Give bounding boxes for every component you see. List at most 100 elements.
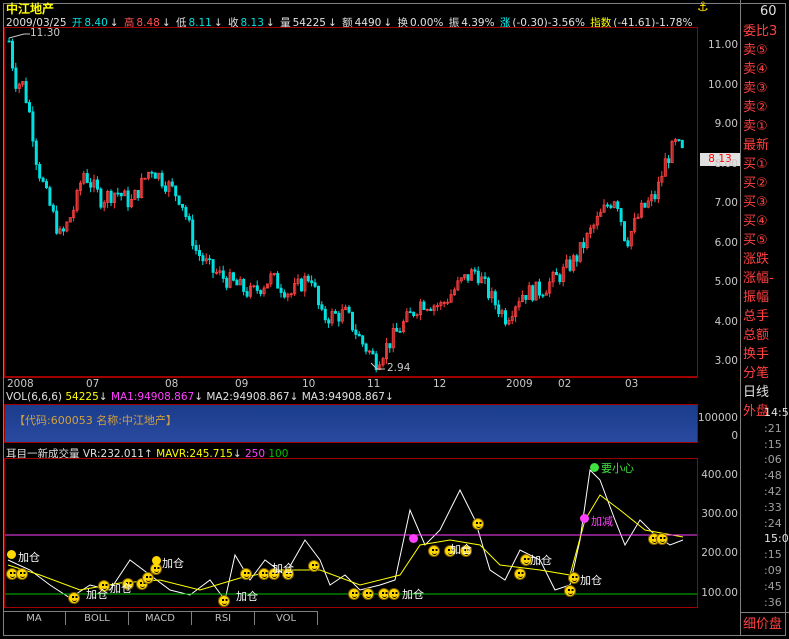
quote-item[interactable]: 换手 xyxy=(740,345,786,364)
quote-item[interactable]: 涨幅- xyxy=(740,269,786,288)
candle-body xyxy=(282,292,286,298)
quote-item[interactable]: 日线 xyxy=(740,383,786,402)
ind-axis-tick: 200.00 xyxy=(701,547,738,559)
signal-smiley-icon xyxy=(348,588,360,600)
ind-axis-tick: 300.00 xyxy=(701,508,738,520)
vol-axis-tick: 0 xyxy=(731,430,738,442)
high-marker-line xyxy=(8,33,30,39)
candle-body xyxy=(245,291,249,297)
signal-dot-icon xyxy=(580,514,589,523)
candle-body xyxy=(170,181,174,187)
quote-item[interactable]: 涨跌 xyxy=(740,250,786,269)
candle-body xyxy=(677,139,681,142)
quote-item[interactable]: 买② xyxy=(740,174,786,193)
quote-item[interactable]: 卖④ xyxy=(740,60,786,79)
date-label: 08 xyxy=(165,378,179,390)
low-marker-label: 2.94 xyxy=(387,362,411,374)
candle-body xyxy=(316,285,320,306)
candle-body xyxy=(150,171,154,174)
candle-body xyxy=(364,343,368,352)
vol-arrow: ↓ xyxy=(98,391,108,403)
candle-body xyxy=(208,258,212,261)
candle-body xyxy=(371,350,375,355)
stock-info-banner: 【代码:600053 名称:中江地产】 xyxy=(14,414,177,427)
candle-body xyxy=(606,204,610,207)
candle-body xyxy=(320,304,324,310)
volume-header: VOL(6,6,6) 54225↓ MA1:94908.867↓ MA2:949… xyxy=(6,391,394,403)
candle-body xyxy=(541,294,545,297)
candle-body xyxy=(619,208,623,223)
candlestick-series xyxy=(7,37,684,373)
candle-body xyxy=(48,187,52,206)
candle-body xyxy=(412,311,416,317)
vol-title: VOL(6,6,6) xyxy=(6,391,63,403)
tick-time: :06 xyxy=(764,453,782,467)
signal-smiley-icon xyxy=(564,585,576,597)
quote-item[interactable]: 分笔 xyxy=(740,364,786,383)
quote-item[interactable]: 振幅 xyxy=(740,288,786,307)
tab-rsi[interactable]: RSI xyxy=(192,611,255,625)
tab-ma[interactable]: MA xyxy=(3,611,66,625)
candle-body xyxy=(89,182,93,188)
tab-macd[interactable]: MACD xyxy=(129,611,192,625)
candle-body xyxy=(221,270,225,279)
add-position-label: 加仓 xyxy=(402,588,424,601)
candle-body xyxy=(163,185,167,192)
quote-item[interactable]: 买① xyxy=(740,155,786,174)
candle-body xyxy=(538,281,542,296)
vol-value: 54225 xyxy=(65,391,99,403)
candle-body xyxy=(429,308,433,311)
quote-item[interactable]: 买③ xyxy=(740,193,786,212)
quote-item[interactable]: 委比3 xyxy=(740,22,786,41)
candle-body xyxy=(136,189,140,199)
candle-body xyxy=(174,185,178,197)
price-axis-tick: 3.00 xyxy=(714,355,738,367)
quote-item[interactable]: 卖⑤ xyxy=(740,41,786,60)
date-label: 03 xyxy=(625,378,639,390)
quote-item[interactable]: 买⑤ xyxy=(740,231,786,250)
candle-body xyxy=(62,228,66,232)
detail-tab[interactable]: 细价盘 xyxy=(740,612,789,632)
candle-body xyxy=(109,190,113,203)
candle-body xyxy=(259,290,263,295)
candle-body xyxy=(96,179,100,190)
quote-item[interactable]: 卖③ xyxy=(740,79,786,98)
candle-body xyxy=(99,188,103,208)
price-axis-tick: 5.00 xyxy=(714,276,738,288)
candle-body xyxy=(623,221,627,242)
candle-body xyxy=(466,274,470,281)
tab-vol[interactable]: VOL xyxy=(255,611,318,625)
quote-item[interactable]: 最新 xyxy=(740,136,786,155)
signal-smiley-icon xyxy=(16,568,28,580)
candle-body xyxy=(180,203,184,208)
signal-dot-icon xyxy=(152,556,161,565)
signal-dot-icon xyxy=(590,463,599,472)
vol-ma2-arrow: ↓ xyxy=(289,391,299,403)
candle-body xyxy=(14,67,18,89)
tick-time: 15:00 xyxy=(764,532,789,546)
quote-item[interactable]: 总额 xyxy=(740,326,786,345)
signal-dot-icon xyxy=(7,550,16,559)
anchor-icon[interactable]: ⚓ xyxy=(697,0,709,15)
candle-body xyxy=(347,306,351,313)
candle-body xyxy=(361,335,365,345)
quote-item[interactable]: 买④ xyxy=(740,212,786,231)
candle-body xyxy=(306,275,310,282)
signal-smiley-icon xyxy=(656,533,668,545)
candle-body xyxy=(10,40,14,69)
vol-ma2: MA2:94908.867 xyxy=(206,391,290,403)
quote-item[interactable]: 卖② xyxy=(740,98,786,117)
tab-boll[interactable]: BOLL xyxy=(66,611,129,625)
price-axis-tick: 9.00 xyxy=(714,118,738,130)
candle-body xyxy=(194,245,198,251)
quote-item[interactable]: 卖① xyxy=(740,117,786,136)
reduce-label: 加减 xyxy=(591,515,613,528)
candle-body xyxy=(119,192,123,197)
careful-label: 要小心 xyxy=(601,462,634,475)
quote-item[interactable]: 总手 xyxy=(740,307,786,326)
candle-body xyxy=(51,204,55,212)
candle-body xyxy=(116,192,120,195)
candle-body xyxy=(34,140,38,165)
candle-body xyxy=(197,250,201,257)
signal-smiley-icon xyxy=(218,595,230,607)
